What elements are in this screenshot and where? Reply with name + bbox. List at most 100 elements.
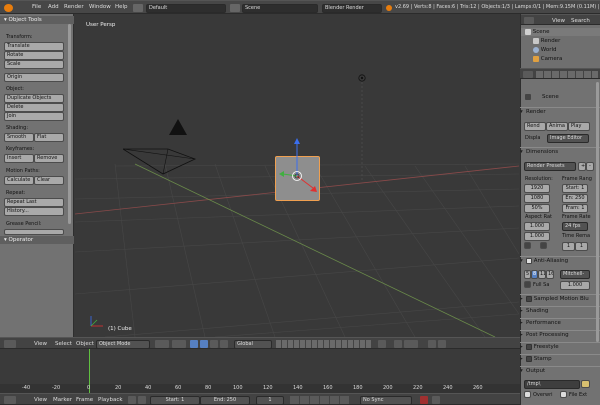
- aa-filter-size-field[interactable]: 1.000: [560, 281, 590, 290]
- menu-add[interactable]: Add: [48, 4, 59, 10]
- outliner-search-menu[interactable]: Search: [571, 18, 590, 24]
- mode-selector[interactable]: Object Mode: [96, 340, 150, 349]
- render-image-button[interactable]: Rend: [524, 122, 546, 131]
- aa-checkbox[interactable]: [526, 257, 532, 264]
- motion-blur-checkbox[interactable]: [526, 295, 532, 302]
- preset-remove-button[interactable]: -: [586, 162, 594, 171]
- freestyle-section-header[interactable]: ▸ Freestyle: [520, 342, 600, 351]
- remap-old-field[interactable]: 1: [562, 242, 575, 251]
- record-icon[interactable]: [128, 396, 136, 404]
- viewport-3d[interactable]: User Persp (1) Cube: [75, 14, 519, 337]
- post-processing-section-header[interactable]: ▸ Post Processing: [520, 330, 600, 339]
- timeline-area[interactable]: [0, 349, 520, 393]
- timeline-view-menu[interactable]: View: [34, 397, 47, 403]
- remove-keyframe-button[interactable]: Remove: [34, 154, 64, 163]
- shading-section-header[interactable]: ▸ Shading: [520, 306, 600, 315]
- scale-button[interactable]: Scale: [4, 60, 64, 69]
- repeat-last-button[interactable]: Repeat Last: [4, 198, 64, 207]
- render-animation-button[interactable]: Anima: [546, 122, 568, 131]
- snap-icon[interactable]: [394, 340, 402, 348]
- lamp-object[interactable]: [356, 72, 368, 182]
- frame-step-field[interactable]: Fram: 1: [562, 204, 588, 213]
- properties-editor-icon[interactable]: [523, 71, 533, 78]
- timeline-frame-menu[interactable]: Frame: [76, 397, 93, 403]
- layout-selector[interactable]: Default: [146, 4, 226, 13]
- output-path-field[interactable]: /tmp\: [524, 380, 580, 389]
- start-frame-field[interactable]: Start: 1: [150, 396, 200, 405]
- playback-controls[interactable]: [290, 396, 350, 404]
- render-section-header[interactable]: ▾ Render: [520, 107, 600, 116]
- object-tools-header[interactable]: ▾ Object Tools: [0, 16, 74, 24]
- resolution-x-field[interactable]: 1920: [524, 184, 550, 193]
- transform-manipulator[interactable]: [267, 136, 327, 206]
- origin-button[interactable]: Origin: [4, 73, 64, 82]
- overwrite-checkbox[interactable]: [524, 391, 531, 398]
- frame-start-field[interactable]: Start: 1: [562, 184, 588, 193]
- sync-selector[interactable]: No Sync: [360, 396, 412, 405]
- menu-render[interactable]: Render: [64, 4, 84, 10]
- stamp-section-header[interactable]: ▸ Stamp: [520, 354, 600, 363]
- display-selector[interactable]: Image Editor: [547, 134, 589, 143]
- viewport-object-menu[interactable]: Object: [76, 341, 94, 347]
- snap-mode-icon[interactable]: [404, 340, 418, 348]
- play-button[interactable]: Play: [568, 122, 590, 131]
- flat-button[interactable]: Flat: [34, 133, 64, 142]
- crop-checkbox[interactable]: [540, 242, 547, 249]
- translate-manip-icon[interactable]: [200, 340, 208, 348]
- scene-selector[interactable]: Scene: [242, 4, 318, 13]
- delete-button[interactable]: Delete: [4, 103, 64, 112]
- full-sample-checkbox[interactable]: [524, 281, 531, 288]
- keying-icon[interactable]: [420, 396, 428, 404]
- folder-icon[interactable]: [581, 380, 590, 388]
- pivot-icon[interactable]: [172, 340, 186, 348]
- sampled-motion-blur-header[interactable]: ▸ Sampled Motion Blu: [520, 294, 600, 303]
- pin-icon[interactable]: [525, 94, 531, 100]
- outliner-item-world[interactable]: World: [521, 46, 600, 54]
- outliner-editor-icon[interactable]: [524, 17, 534, 24]
- fps-selector[interactable]: 24 fps: [562, 222, 588, 231]
- scale-manip-icon[interactable]: [220, 340, 228, 348]
- smooth-button[interactable]: Smooth: [4, 133, 34, 142]
- preset-add-button[interactable]: +: [578, 162, 586, 171]
- orientation-selector[interactable]: Global: [234, 340, 272, 349]
- translate-button[interactable]: Translate: [4, 42, 64, 51]
- editor-type-icon[interactable]: [4, 340, 16, 348]
- timeline-playback-menu[interactable]: Playback: [98, 397, 123, 403]
- file-ext-checkbox[interactable]: [560, 391, 567, 398]
- aa-samples-11[interactable]: 11: [538, 270, 546, 279]
- rotate-button[interactable]: Rotate: [4, 51, 64, 60]
- lock-icon[interactable]: [378, 340, 386, 348]
- join-button[interactable]: Join: [4, 112, 64, 121]
- timeline-editor-icon[interactable]: [4, 396, 16, 404]
- keying-set-icon[interactable]: [432, 396, 440, 404]
- preview-range-icon[interactable]: [138, 396, 146, 404]
- render-anim-icon[interactable]: [438, 340, 446, 348]
- tool-shelf-scrollbar[interactable]: [68, 24, 71, 224]
- anti-aliasing-section-header[interactable]: ▾ Anti-Aliasing: [520, 256, 600, 265]
- aspect-y-field[interactable]: 1.000: [524, 232, 550, 241]
- remap-new-field[interactable]: 1: [575, 242, 588, 251]
- end-frame-field[interactable]: End: 250: [200, 396, 250, 405]
- layout-icon[interactable]: [133, 4, 143, 12]
- history-button[interactable]: History...: [4, 207, 64, 216]
- outliner-item-scene[interactable]: Scene: [521, 28, 600, 36]
- current-frame-field[interactable]: 1: [256, 396, 284, 405]
- outliner-item-render[interactable]: Render: [521, 37, 600, 45]
- freestyle-checkbox[interactable]: [526, 343, 532, 350]
- grease-pencil-button[interactable]: [4, 229, 64, 235]
- timeline-ruler[interactable]: [0, 384, 520, 393]
- border-checkbox[interactable]: [524, 242, 531, 249]
- aa-filter-selector[interactable]: Mitchell-: [560, 270, 590, 279]
- render-engine-selector[interactable]: Blender Render: [322, 4, 382, 13]
- render-presets-selector[interactable]: Render Presets: [524, 162, 576, 171]
- duplicate-button[interactable]: Duplicate Objects: [4, 94, 64, 103]
- stamp-checkbox[interactable]: [526, 355, 532, 362]
- manipulator-toggle-icon[interactable]: [190, 340, 198, 348]
- resolution-y-field[interactable]: 1080: [524, 194, 550, 203]
- camera-object[interactable]: [123, 119, 203, 179]
- aa-samples-16[interactable]: 16: [546, 270, 554, 279]
- aa-samples-5[interactable]: 5: [524, 270, 531, 279]
- context-tabs[interactable]: [536, 71, 598, 78]
- aa-samples-8[interactable]: 8: [531, 270, 538, 279]
- menu-help[interactable]: Help: [115, 4, 128, 10]
